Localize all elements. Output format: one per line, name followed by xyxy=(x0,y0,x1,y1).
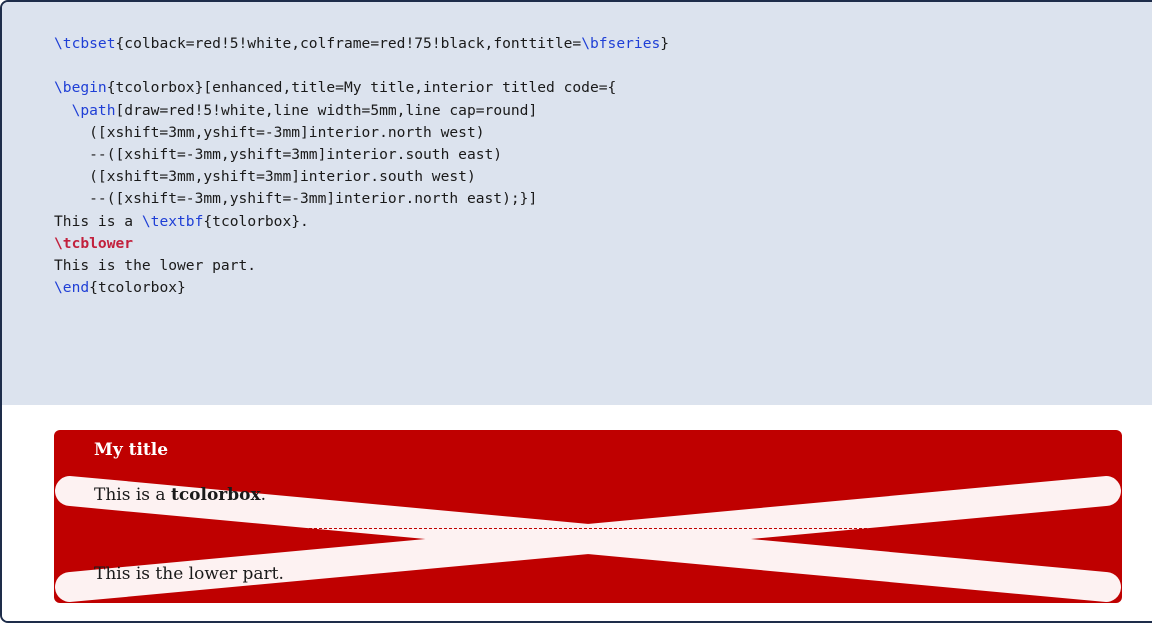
box-upper-text: This is a tcolorbox. xyxy=(94,485,266,505)
code-text: {tcolorbox}. xyxy=(203,212,309,230)
code-text: ([xshift=3mm,yshift=3mm]interior.south w… xyxy=(54,168,476,186)
code-keyword: \textbf xyxy=(141,212,204,230)
code-text: --([xshift=-3mm,yshift=3mm]interior.sout… xyxy=(54,145,503,163)
code-line: --([xshift=-3mm,yshift=3mm]interior.sout… xyxy=(54,144,669,166)
code-keyword: \path xyxy=(71,101,116,119)
code-text: [draw=red!5!white,line width=5mm,line ca… xyxy=(115,101,538,119)
code-text: {tcolorbox}[enhanced,title=My title,inte… xyxy=(106,79,617,97)
code-line: This is a \textbf{tcolorbox}. xyxy=(54,211,669,233)
lower-separator xyxy=(54,528,1122,529)
code-keyword: \tcbset xyxy=(54,35,116,52)
rendered-output: My title This is a tcolorbox. This is th… xyxy=(2,405,1152,621)
code-line: \end{tcolorbox} xyxy=(54,277,669,299)
code-line: --([xshift=-3mm,yshift=-3mm]interior.nor… xyxy=(54,188,669,210)
code-keyword: \tcblower xyxy=(54,234,134,252)
code-line: \tcbset{colback=red!5!white,colframe=red… xyxy=(54,33,669,55)
code-line: \path[draw=red!5!white,line width=5mm,li… xyxy=(54,100,669,122)
box-title: My title xyxy=(94,440,169,460)
code-text: {colback=red!5!white,colframe=red!75!bla… xyxy=(115,35,582,52)
code-line: ([xshift=3mm,yshift=-3mm]interior.north … xyxy=(54,122,669,144)
upper-text-prefix: This is a xyxy=(94,485,171,505)
box-lower-text: This is the lower part. xyxy=(94,564,284,584)
code-keyword: \end xyxy=(54,279,90,297)
upper-text-bold: tcolorbox xyxy=(170,485,261,505)
code-keyword: \begin xyxy=(54,79,107,97)
code-text: This is a xyxy=(54,212,142,230)
code-line: ([xshift=3mm,yshift=3mm]interior.south w… xyxy=(54,166,669,188)
tcolorbox-example: My title This is a tcolorbox. This is th… xyxy=(54,430,1122,603)
listing-frame: \tcbset{colback=red!5!white,colframe=red… xyxy=(0,0,1152,623)
code-text: This is the lower part. xyxy=(54,256,257,274)
code-line: \tcblower xyxy=(54,233,669,255)
code-text: ([xshift=3mm,yshift=-3mm]interior.north … xyxy=(54,123,485,141)
code-text: {tcolorbox} xyxy=(89,279,186,297)
code-line: \begin{tcolorbox}[enhanced,title=My titl… xyxy=(54,77,669,99)
code-text: } xyxy=(660,35,670,52)
latex-source-code: \tcbset{colback=red!5!white,colframe=red… xyxy=(54,33,669,299)
upper-text-suffix: . xyxy=(260,485,267,505)
code-text: --([xshift=-3mm,yshift=-3mm]interior.nor… xyxy=(54,190,538,208)
code-keyword: \bfseries xyxy=(581,35,661,52)
code-listing: \tcbset{colback=red!5!white,colframe=red… xyxy=(2,2,1152,405)
code-line: This is the lower part. xyxy=(54,255,669,277)
